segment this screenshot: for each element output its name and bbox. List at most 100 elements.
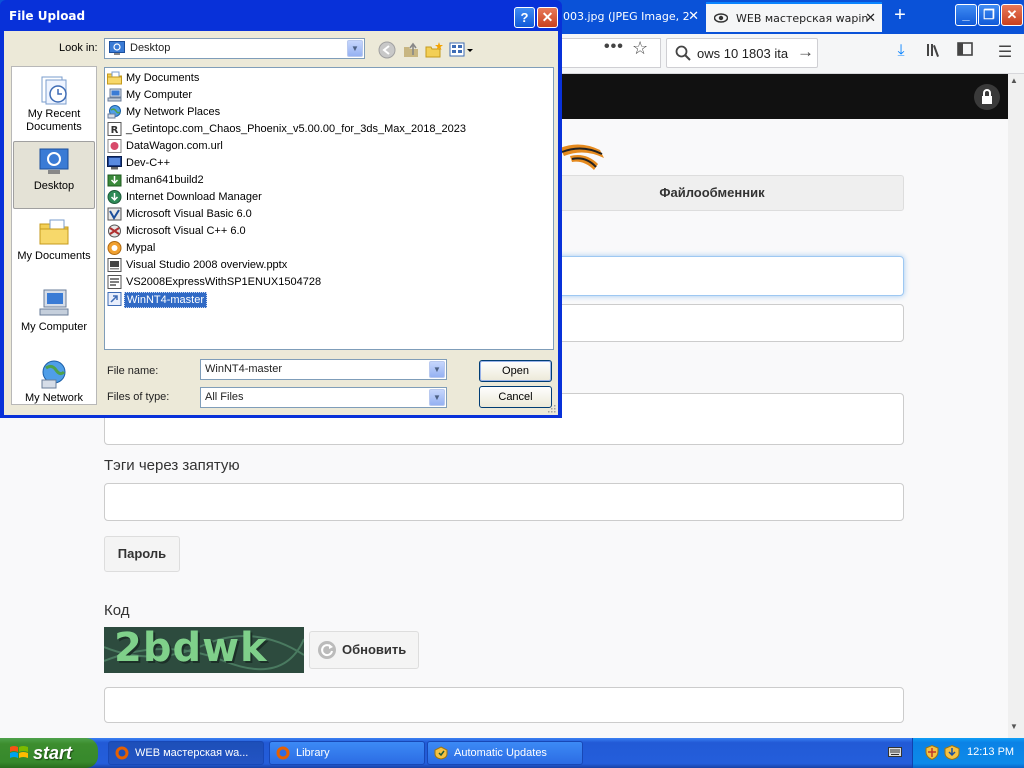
vc-icon xyxy=(108,224,121,238)
pptx-icon xyxy=(107,258,122,272)
file-name: My Computer xyxy=(126,89,193,101)
search-icon xyxy=(675,45,691,61)
taskbar-item-automatic-updates[interactable]: Automatic Updates xyxy=(427,741,583,765)
page-scrollbar[interactable] xyxy=(1008,74,1024,738)
my-documents-icon xyxy=(39,219,69,245)
file-name-input[interactable]: WinNT4-master ▼ xyxy=(200,359,447,380)
files-of-type-dropdown[interactable]: All Files ▼ xyxy=(200,387,447,408)
desktop-icon xyxy=(109,41,125,55)
resize-grip-icon[interactable] xyxy=(547,404,556,413)
arrow-right-icon[interactable]: → xyxy=(797,42,814,62)
windows-logo-icon xyxy=(10,746,28,758)
close-dialog-button[interactable]: ✕ xyxy=(537,7,558,28)
folder-icon xyxy=(107,71,122,85)
close-icon[interactable]: ✕ xyxy=(865,4,876,32)
eye-icon xyxy=(714,13,728,23)
scroll-up-icon[interactable]: ▲ xyxy=(1010,76,1018,85)
dialog-body: Look in: Desktop ▼ My Recent Documents D… xyxy=(4,31,558,415)
refresh-captcha-button[interactable]: Обновить xyxy=(309,631,419,669)
close-icon[interactable]: ✕ xyxy=(688,2,699,32)
hamburger-menu-icon[interactable]: ☰ xyxy=(994,42,1016,64)
tab-web-masterskaya[interactable]: WEB мастерская wapin ✕ xyxy=(706,2,882,32)
places-bar: My Recent Documents Desktop My Documents xyxy=(11,66,97,405)
password-button[interactable]: Пароль xyxy=(104,536,180,572)
search-input[interactable]: ows 10 1803 ita → xyxy=(666,38,818,68)
tags-field[interactable] xyxy=(104,483,904,521)
task-label: WEB мастерская wa... xyxy=(135,747,249,759)
tab-label: WEB мастерская wapin xyxy=(736,12,869,25)
tab-jpeg-image[interactable]: 003.jpg (JPEG Image, 2 ✕ xyxy=(555,2,705,32)
svg-text:R: R xyxy=(111,125,119,136)
desktop-icon xyxy=(39,148,69,174)
bookmark-star-icon[interactable]: ☆ xyxy=(632,38,648,59)
place-my-recent-documents[interactable]: My Recent Documents xyxy=(13,70,95,138)
url-icon xyxy=(107,139,122,153)
look-in-dropdown[interactable]: Desktop ▼ xyxy=(104,38,365,59)
scroll-down-icon[interactable]: ▼ xyxy=(1010,722,1018,731)
sidebar-icon[interactable] xyxy=(954,42,976,64)
new-tab-button[interactable]: + xyxy=(888,4,912,28)
taskbar-item-library[interactable]: Library xyxy=(269,741,425,765)
open-button[interactable]: Open xyxy=(479,360,552,382)
security-shield-icon[interactable] xyxy=(925,745,939,760)
file-name: Visual Studio 2008 overview.pptx xyxy=(126,259,288,271)
place-my-computer[interactable]: My Computer xyxy=(13,283,95,351)
vb-icon xyxy=(107,207,122,221)
file-name: VS2008ExpressWithSP1ENUX1504728 xyxy=(126,276,322,288)
up-folder-icon[interactable] xyxy=(402,41,420,59)
my-computer-icon xyxy=(39,289,69,316)
file-list[interactable]: My Documents My Computer My Network Plac… xyxy=(104,67,554,350)
new-folder-icon[interactable] xyxy=(425,41,443,59)
clock: 12:13 PM xyxy=(967,746,1015,758)
taskbar-item-firefox[interactable]: WEB мастерская wa... xyxy=(108,741,264,765)
tags-label: Тэги через запятую xyxy=(104,457,240,474)
file-name: _Getintopc.com_Chaos_Phoenix_v5.00.00_fo… xyxy=(126,123,467,135)
file-name: My Network Places xyxy=(126,106,221,118)
devcpp-icon xyxy=(107,156,122,170)
start-label: start xyxy=(33,743,73,763)
view-menu-icon[interactable] xyxy=(449,41,473,59)
title-field[interactable] xyxy=(520,256,904,296)
place-desktop[interactable]: Desktop xyxy=(13,141,95,209)
help-button[interactable]: ? xyxy=(514,7,535,28)
file-upload-dialog: File Upload ? ✕ Look in: Desktop ▼ My Re… xyxy=(0,0,562,418)
dialog-title: File Upload xyxy=(9,9,86,23)
recent-documents-icon xyxy=(41,76,67,105)
place-my-documents[interactable]: My Documents xyxy=(13,212,95,280)
idm-icon xyxy=(107,190,122,204)
file-name: Dev-C++ xyxy=(126,157,171,169)
chevron-down-icon[interactable]: ▼ xyxy=(347,40,363,57)
start-button[interactable]: start xyxy=(0,738,98,768)
page-actions-icon[interactable]: ••• xyxy=(604,38,624,56)
file-sharing-tab[interactable]: Файлообменник xyxy=(520,175,904,211)
file-name: DataWagon.com.url xyxy=(126,140,223,152)
file-name: idman641build2 xyxy=(126,174,204,186)
taskbar: start WEB мастерская wa... Library Autom… xyxy=(0,738,1024,768)
minimize-button[interactable]: _ xyxy=(955,4,977,26)
file-name: My Documents xyxy=(126,72,200,84)
captcha-image: 2bdwk xyxy=(104,627,304,673)
update-icon[interactable] xyxy=(944,745,960,760)
ribbon-logo-icon xyxy=(560,144,604,170)
lock-icon[interactable] xyxy=(974,84,1000,110)
file-name: WinNT4-master xyxy=(124,292,208,308)
url-field[interactable] xyxy=(520,304,904,342)
chevron-down-icon[interactable]: ▼ xyxy=(429,361,445,378)
place-label: My Recent Documents xyxy=(26,108,82,133)
search-text: ows 10 1803 ita xyxy=(697,46,789,61)
place-my-network[interactable]: My Network xyxy=(13,354,95,422)
file-name: Internet Download Manager xyxy=(126,191,262,203)
close-window-button[interactable]: ✕ xyxy=(1001,4,1023,26)
place-label: My Computer xyxy=(20,321,88,333)
cancel-button[interactable]: Cancel xyxy=(479,386,552,408)
library-icon[interactable] xyxy=(923,42,945,64)
maximize-button[interactable]: ❐ xyxy=(978,4,1000,26)
download-icon[interactable]: ⤓ xyxy=(890,42,912,64)
chevron-down-icon[interactable]: ▼ xyxy=(429,389,445,406)
code-field[interactable] xyxy=(104,687,904,723)
task-label: Automatic Updates xyxy=(454,747,547,759)
back-icon[interactable] xyxy=(378,41,396,59)
keyboard-icon[interactable] xyxy=(888,746,902,758)
installer-icon xyxy=(107,174,122,187)
look-in-label: Look in: xyxy=(59,42,98,54)
